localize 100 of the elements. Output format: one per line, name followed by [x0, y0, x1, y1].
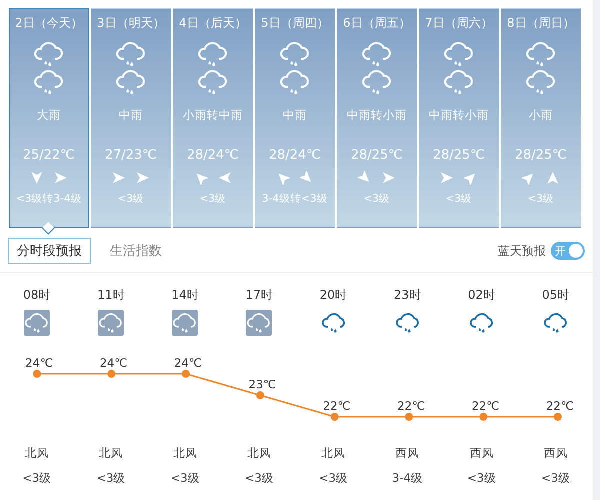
- wind-level: <3级: [446, 192, 472, 206]
- wind-level: <3级: [364, 192, 390, 206]
- temperature-range: 28/24℃: [186, 148, 240, 163]
- weather-text: 小雨: [529, 108, 553, 124]
- unit-label: ℃: [263, 378, 276, 392]
- day-date: 8日（周日）: [507, 15, 575, 32]
- rain-cloud-icon: [116, 42, 146, 68]
- wind-level: <3级转3-4级: [16, 192, 82, 206]
- rain-cloud-icon: [444, 70, 474, 96]
- hour-label: 08时: [23, 287, 51, 304]
- unit-label: ℃: [114, 356, 128, 370]
- unit-label: ℃: [412, 399, 426, 413]
- temperature-label: 22: [398, 399, 412, 413]
- rain-cloud-icon: [24, 310, 50, 336]
- wind-level: <3级: [118, 192, 144, 206]
- day-date: 3日（明天）: [97, 15, 165, 32]
- day-date: 7日（周六）: [425, 15, 493, 32]
- day-card[interactable]: 8日（周日） 小雨 28/25℃ <3级: [501, 8, 581, 228]
- weather-text: 中雨转小雨: [347, 108, 407, 124]
- temperature-range: 28/25℃: [350, 148, 404, 163]
- day-card[interactable]: 6日（周五） 中雨转小雨 28/25℃ <3级: [337, 8, 417, 228]
- temperature-range: 28/25℃: [432, 148, 486, 163]
- rain-cloud-icon: [362, 70, 392, 96]
- hour-label: 11时: [98, 287, 125, 304]
- weather-text: 中雨: [119, 108, 143, 124]
- unit-label: ℃: [561, 399, 574, 413]
- rain-cloud-icon: [362, 42, 392, 68]
- temperature-range: 28/24℃: [268, 148, 322, 163]
- rain-cloud-icon: [98, 310, 124, 336]
- temperature-label: 22: [323, 399, 338, 413]
- temperature-label: 24: [100, 356, 115, 370]
- wind-direction: 北风: [322, 446, 346, 461]
- wind-level: 3-4级: [392, 471, 424, 486]
- wind-level: <3级: [244, 471, 274, 486]
- rain-cloud-icon: [198, 42, 228, 68]
- rain-cloud-icon: [246, 310, 272, 336]
- selected-pointer: [42, 222, 55, 235]
- temperature-label: 22: [472, 399, 487, 413]
- temperature-point: [405, 413, 414, 421]
- temperature-point: [256, 392, 264, 400]
- tab[interactable]: 分时段预报: [8, 238, 91, 264]
- temperature-label: 23: [248, 378, 264, 392]
- wind-direction: 西风: [470, 446, 494, 461]
- toggle-label: 蓝天预报: [498, 242, 546, 260]
- wind-direction: 西风: [544, 446, 568, 461]
- hour-label: 05时: [542, 287, 570, 304]
- unit-label: ℃: [338, 399, 351, 413]
- temperature-point: [330, 413, 339, 421]
- hour-label: 17时: [246, 287, 274, 304]
- wind-level: <3级: [170, 471, 200, 486]
- wind-level: <3级: [541, 471, 570, 486]
- temperature-point: [182, 370, 190, 378]
- wind-direction: 北风: [173, 446, 198, 461]
- rain-cloud-icon: [172, 310, 198, 336]
- temperature-point: [480, 413, 488, 421]
- temperature-point: [108, 370, 116, 378]
- wind-level: <3级: [22, 471, 52, 486]
- wind-direction: 北风: [25, 446, 50, 461]
- temperature-point: [33, 370, 42, 378]
- weather-text: 大雨: [37, 108, 61, 124]
- rain-cloud-icon: [280, 70, 310, 96]
- unit-label: ℃: [486, 399, 500, 413]
- unit-label: ℃: [40, 356, 54, 370]
- rain-cloud-icon: [34, 70, 64, 96]
- wind-level: <3级: [528, 192, 554, 206]
- rain-cloud-icon: [526, 70, 556, 96]
- temperature-range: 27/23℃: [104, 148, 158, 163]
- temperature-range: 28/25℃: [514, 148, 568, 163]
- temperature-label: 24: [26, 356, 40, 370]
- weather-text: 中雨转小雨: [429, 108, 489, 124]
- day-card[interactable]: 4日（后天） 小雨转中雨 28/24℃ <3级: [173, 8, 253, 228]
- wind-level: 3-4级转<3级: [262, 192, 328, 206]
- hour-label: 14时: [172, 287, 199, 304]
- unit-label: ℃: [189, 356, 202, 370]
- temperature-point: [554, 413, 562, 421]
- wind-direction: 北风: [247, 446, 272, 461]
- rain-cloud-icon: [116, 70, 146, 96]
- wind-level: <3级: [200, 192, 226, 206]
- wind-level: <3级: [319, 471, 348, 486]
- day-date: 4日（后天）: [179, 15, 247, 32]
- wind-level: <3级: [96, 471, 126, 486]
- day-card[interactable]: 7日（周六） 中雨转小雨 28/25℃ <3级: [419, 8, 499, 228]
- rain-cloud-icon: [198, 70, 228, 96]
- temperature-label: 24: [174, 356, 189, 370]
- wind-direction: 西风: [396, 446, 420, 461]
- weather-text: 中雨: [283, 108, 307, 124]
- day-date: 2日（今天）: [15, 15, 83, 32]
- day-card[interactable]: 3日（明天） 中雨 27/23℃ <3级: [91, 8, 171, 228]
- day-card[interactable]: 5日（周四） 中雨 28/24℃ 3-4级转<3级: [255, 8, 335, 228]
- temperature-label: 22: [546, 399, 561, 413]
- rain-cloud-icon: [34, 42, 64, 68]
- rain-cloud-icon: [280, 42, 310, 68]
- day-date: 5日（周四）: [261, 15, 329, 32]
- hour-label: 02时: [468, 287, 496, 304]
- temperature-range: 25/22℃: [22, 148, 76, 163]
- hour-label: 20时: [320, 287, 348, 304]
- rain-cloud-icon: [444, 42, 474, 68]
- toggle-switch[interactable]: 开: [551, 242, 585, 260]
- day-date: 6日（周五）: [343, 15, 411, 32]
- rain-cloud-icon: [526, 42, 556, 68]
